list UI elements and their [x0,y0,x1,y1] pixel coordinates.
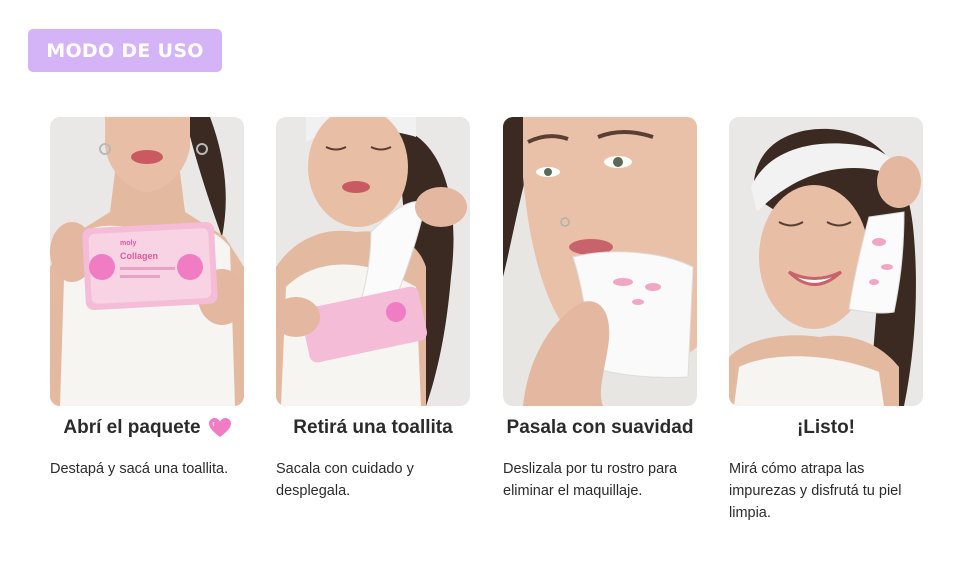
step-4-description: Mirá cómo atrapa las impurezas y disfrut… [729,461,902,521]
step-3-photo [503,117,697,406]
step-card-1: moly Collagen Abrí el paquete Destapá y … [50,117,244,480]
step-3-title: Pasala con suavidad [506,417,694,438]
section-badge: MODO DE USO [28,29,222,72]
step-4-title-row: ¡Listo! [729,415,923,441]
step-card-3: Pasala con suavidad Deslizala por tu ros… [503,117,697,502]
step-1-title: Abrí el paquete [63,417,201,438]
pink-heart-icon [208,418,231,438]
step-4-title: ¡Listo! [796,417,856,438]
step-2-title: Retirá una toallita [293,417,453,438]
package-brand: moly [120,240,136,247]
step-3-description: Deslizala por tu rostro para eliminar el… [503,461,678,499]
step-card-4: ¡Listo! Mirá cómo atrapa las impurezas y… [729,117,923,524]
step-2-photo [276,117,470,406]
step-4-photo [729,117,923,406]
step-card-2: Retirá una toallita Sacala con cuidado y… [276,117,470,502]
step-2-title-row: Retirá una toallita [276,415,470,441]
package-product: Collagen [120,251,158,261]
step-3-title-row: Pasala con suavidad [503,415,697,441]
step-1-photo: moly Collagen [50,117,244,406]
step-2-description: Sacala con cuidado y desplegala. [276,461,414,499]
step-1-title-row: Abrí el paquete [50,415,244,441]
section-badge-label: MODO DE USO [46,39,204,62]
step-1-description: Destapá y sacá una toallita. [50,461,229,477]
